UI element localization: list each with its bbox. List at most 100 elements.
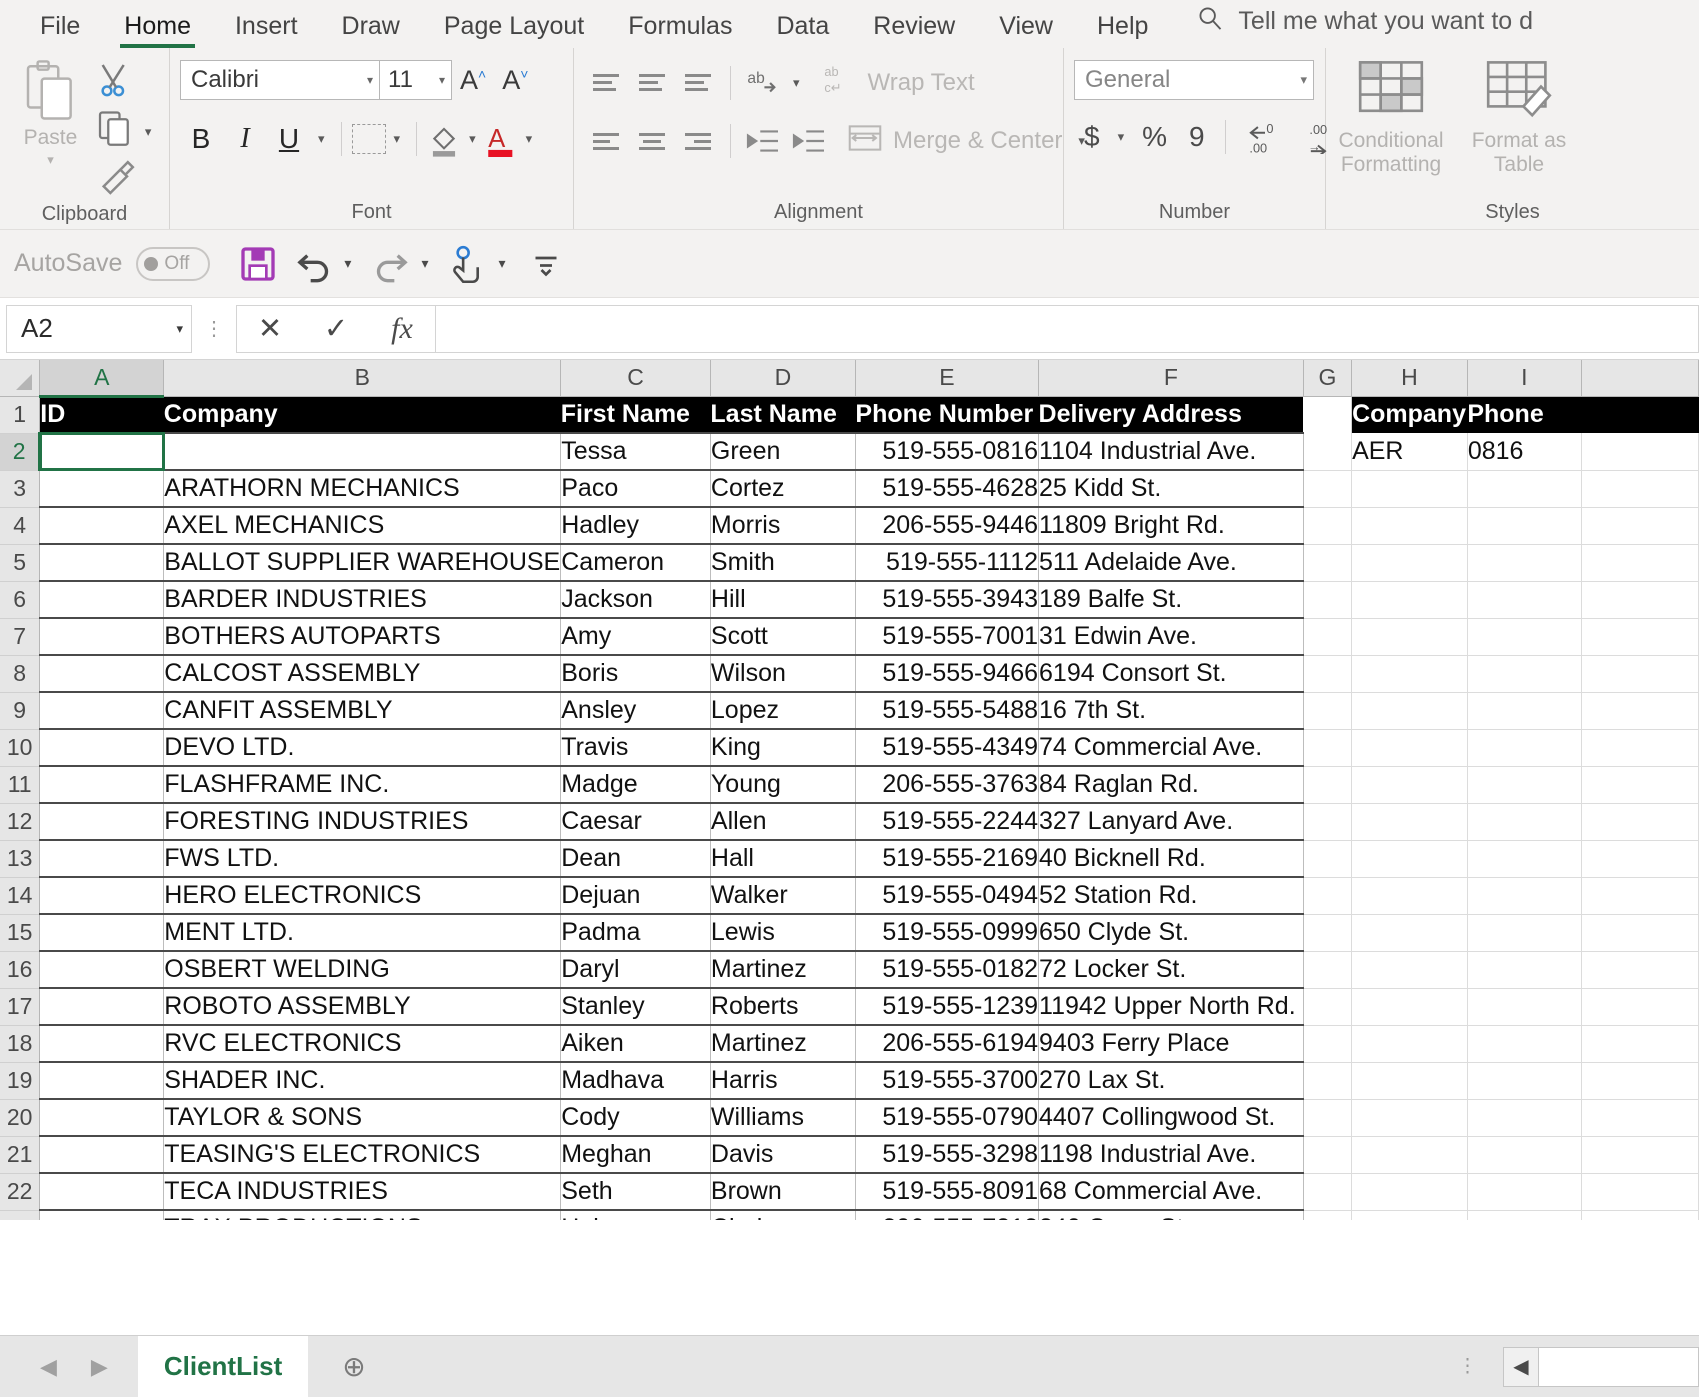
cell-f7[interactable]: 31 Edwin Ave. [1038,617,1304,656]
cell-i23[interactable] [1467,1210,1582,1220]
cell-e3[interactable]: 519-555-4628 [855,469,1040,508]
cell-f19[interactable]: 270 Lax St. [1038,1061,1304,1100]
cell-j16[interactable] [1581,951,1699,989]
status-bar-grip[interactable]: ⋮ [1432,1355,1503,1378]
increase-decimal-icon[interactable]: .00 0 [1236,116,1294,158]
copy-icon[interactable] [97,109,133,154]
cell-g20[interactable] [1303,1099,1353,1137]
cell-g11[interactable] [1303,766,1353,804]
cell-b1[interactable]: Company [163,396,561,433]
cell-f14[interactable]: 52 Station Rd. [1038,876,1304,915]
number-format-select[interactable]: General ▾ [1074,60,1314,100]
cell-f9[interactable]: 16 7th St. [1038,691,1304,730]
cell-g13[interactable] [1303,840,1353,878]
cell-h17[interactable] [1351,988,1468,1026]
align-bottom-button[interactable] [676,63,720,103]
cell-e17[interactable]: 519-555-1239 [855,987,1040,1026]
name-box[interactable]: A2 ▾ [6,304,192,353]
cell-i20[interactable] [1467,1099,1582,1137]
cell-i12[interactable] [1467,803,1582,841]
row-header-3[interactable]: 3 [0,470,41,508]
number-format-chevron-down-icon[interactable]: ▾ [1300,72,1307,88]
cell-d12[interactable]: Allen [710,802,856,841]
cell-j10[interactable] [1581,729,1699,767]
cell-e23[interactable]: 206-555-7312 [855,1209,1040,1220]
cell-d18[interactable]: Martinez [710,1024,856,1063]
cell-e1[interactable]: Phone Number [855,396,1039,433]
cell-i6[interactable] [1467,581,1582,619]
cell-d17[interactable]: Roberts [710,987,856,1026]
cell-c11[interactable]: Madge [560,765,711,804]
cell-f17[interactable]: 11942 Upper North Rd. [1038,987,1304,1026]
formula-input[interactable] [436,304,1699,353]
name-box-chevron-down-icon[interactable]: ▾ [176,321,183,337]
cell-e12[interactable]: 519-555-2244 [855,802,1040,841]
cell-b15[interactable]: MENT LTD. [163,913,562,952]
column-header-h[interactable]: H [1351,360,1468,397]
cell-j21[interactable] [1581,1136,1699,1174]
conditional-formatting-button[interactable]: Conditional Formatting [1336,54,1446,176]
cell-g23[interactable] [1303,1210,1353,1220]
cell-h5[interactable] [1351,544,1468,582]
font-name-input[interactable]: Calibri ▾ [180,60,380,100]
cell-j19[interactable] [1581,1062,1699,1100]
cell-h6[interactable] [1351,581,1468,619]
cell-c4[interactable]: Hadley [560,506,711,545]
cell-c17[interactable]: Stanley [560,987,711,1026]
tab-view[interactable]: View [977,14,1075,48]
cell-f15[interactable]: 650 Clyde St. [1038,913,1304,952]
cell-j4[interactable] [1581,507,1699,545]
paste-button[interactable]: Paste ▾ [10,54,91,168]
cell-b20[interactable]: TAYLOR & SONS [163,1098,562,1137]
format-painter-icon[interactable] [97,158,137,203]
cell-f11[interactable]: 84 Raglan Rd. [1038,765,1304,804]
cell-c15[interactable]: Padma [560,913,711,952]
cell-c8[interactable]: Boris [560,654,711,693]
cell-f16[interactable]: 72 Locker St. [1038,950,1304,989]
row-header-15[interactable]: 15 [0,914,41,952]
cell-f2[interactable]: 1104 Industrial Ave. [1038,432,1304,471]
cell-h1[interactable]: Company [1351,396,1468,433]
cell-e5[interactable]: 519-555-1112 [855,543,1040,582]
decrease-indent-icon[interactable] [741,121,785,161]
cell-h8[interactable] [1351,655,1468,693]
cell-h23[interactable] [1351,1210,1468,1220]
cell-j12[interactable] [1581,803,1699,841]
row-header-10[interactable]: 10 [0,729,41,767]
column-header-a[interactable]: A [39,360,165,398]
cell-e8[interactable]: 519-555-9466 [855,654,1040,693]
cell-e15[interactable]: 519-555-0999 [855,913,1040,952]
cell-g5[interactable] [1303,544,1353,582]
cell-i11[interactable] [1467,766,1582,804]
align-center-button[interactable] [630,121,674,161]
orientation-chevron-down-icon[interactable]: ▾ [787,75,806,91]
cell-c5[interactable]: Cameron [560,543,711,582]
cell-j1[interactable] [1581,396,1699,433]
cell-j11[interactable] [1581,766,1699,804]
cell-h4[interactable] [1351,507,1468,545]
select-all-button[interactable] [0,360,41,397]
decrease-font-size-button[interactable]: A˅ [494,65,536,96]
cell-d2[interactable]: Green [710,432,856,471]
cell-d8[interactable]: Wilson [710,654,856,693]
cell-a14[interactable] [39,876,165,915]
cell-e14[interactable]: 519-555-0494 [855,876,1040,915]
cell-a7[interactable] [39,617,165,656]
cell-g8[interactable] [1303,655,1353,693]
tab-data[interactable]: Data [754,14,851,48]
cell-h22[interactable] [1351,1173,1468,1211]
tab-home[interactable]: Home [102,14,213,48]
cell-i22[interactable] [1467,1173,1582,1211]
cell-d19[interactable]: Harris [710,1061,856,1100]
row-header-11[interactable]: 11 [0,766,41,804]
cell-e18[interactable]: 206-555-6194 [855,1024,1040,1063]
cell-b16[interactable]: OSBERT WELDING [163,950,562,989]
row-header-7[interactable]: 7 [0,618,41,656]
cell-h13[interactable] [1351,840,1468,878]
bold-button[interactable]: B [180,118,222,160]
column-header-j[interactable] [1581,360,1699,397]
cell-g12[interactable] [1303,803,1353,841]
tab-page-layout[interactable]: Page Layout [422,14,606,48]
cell-b12[interactable]: FORESTING INDUSTRIES [163,802,562,841]
currency-button[interactable]: $ [1074,116,1110,158]
